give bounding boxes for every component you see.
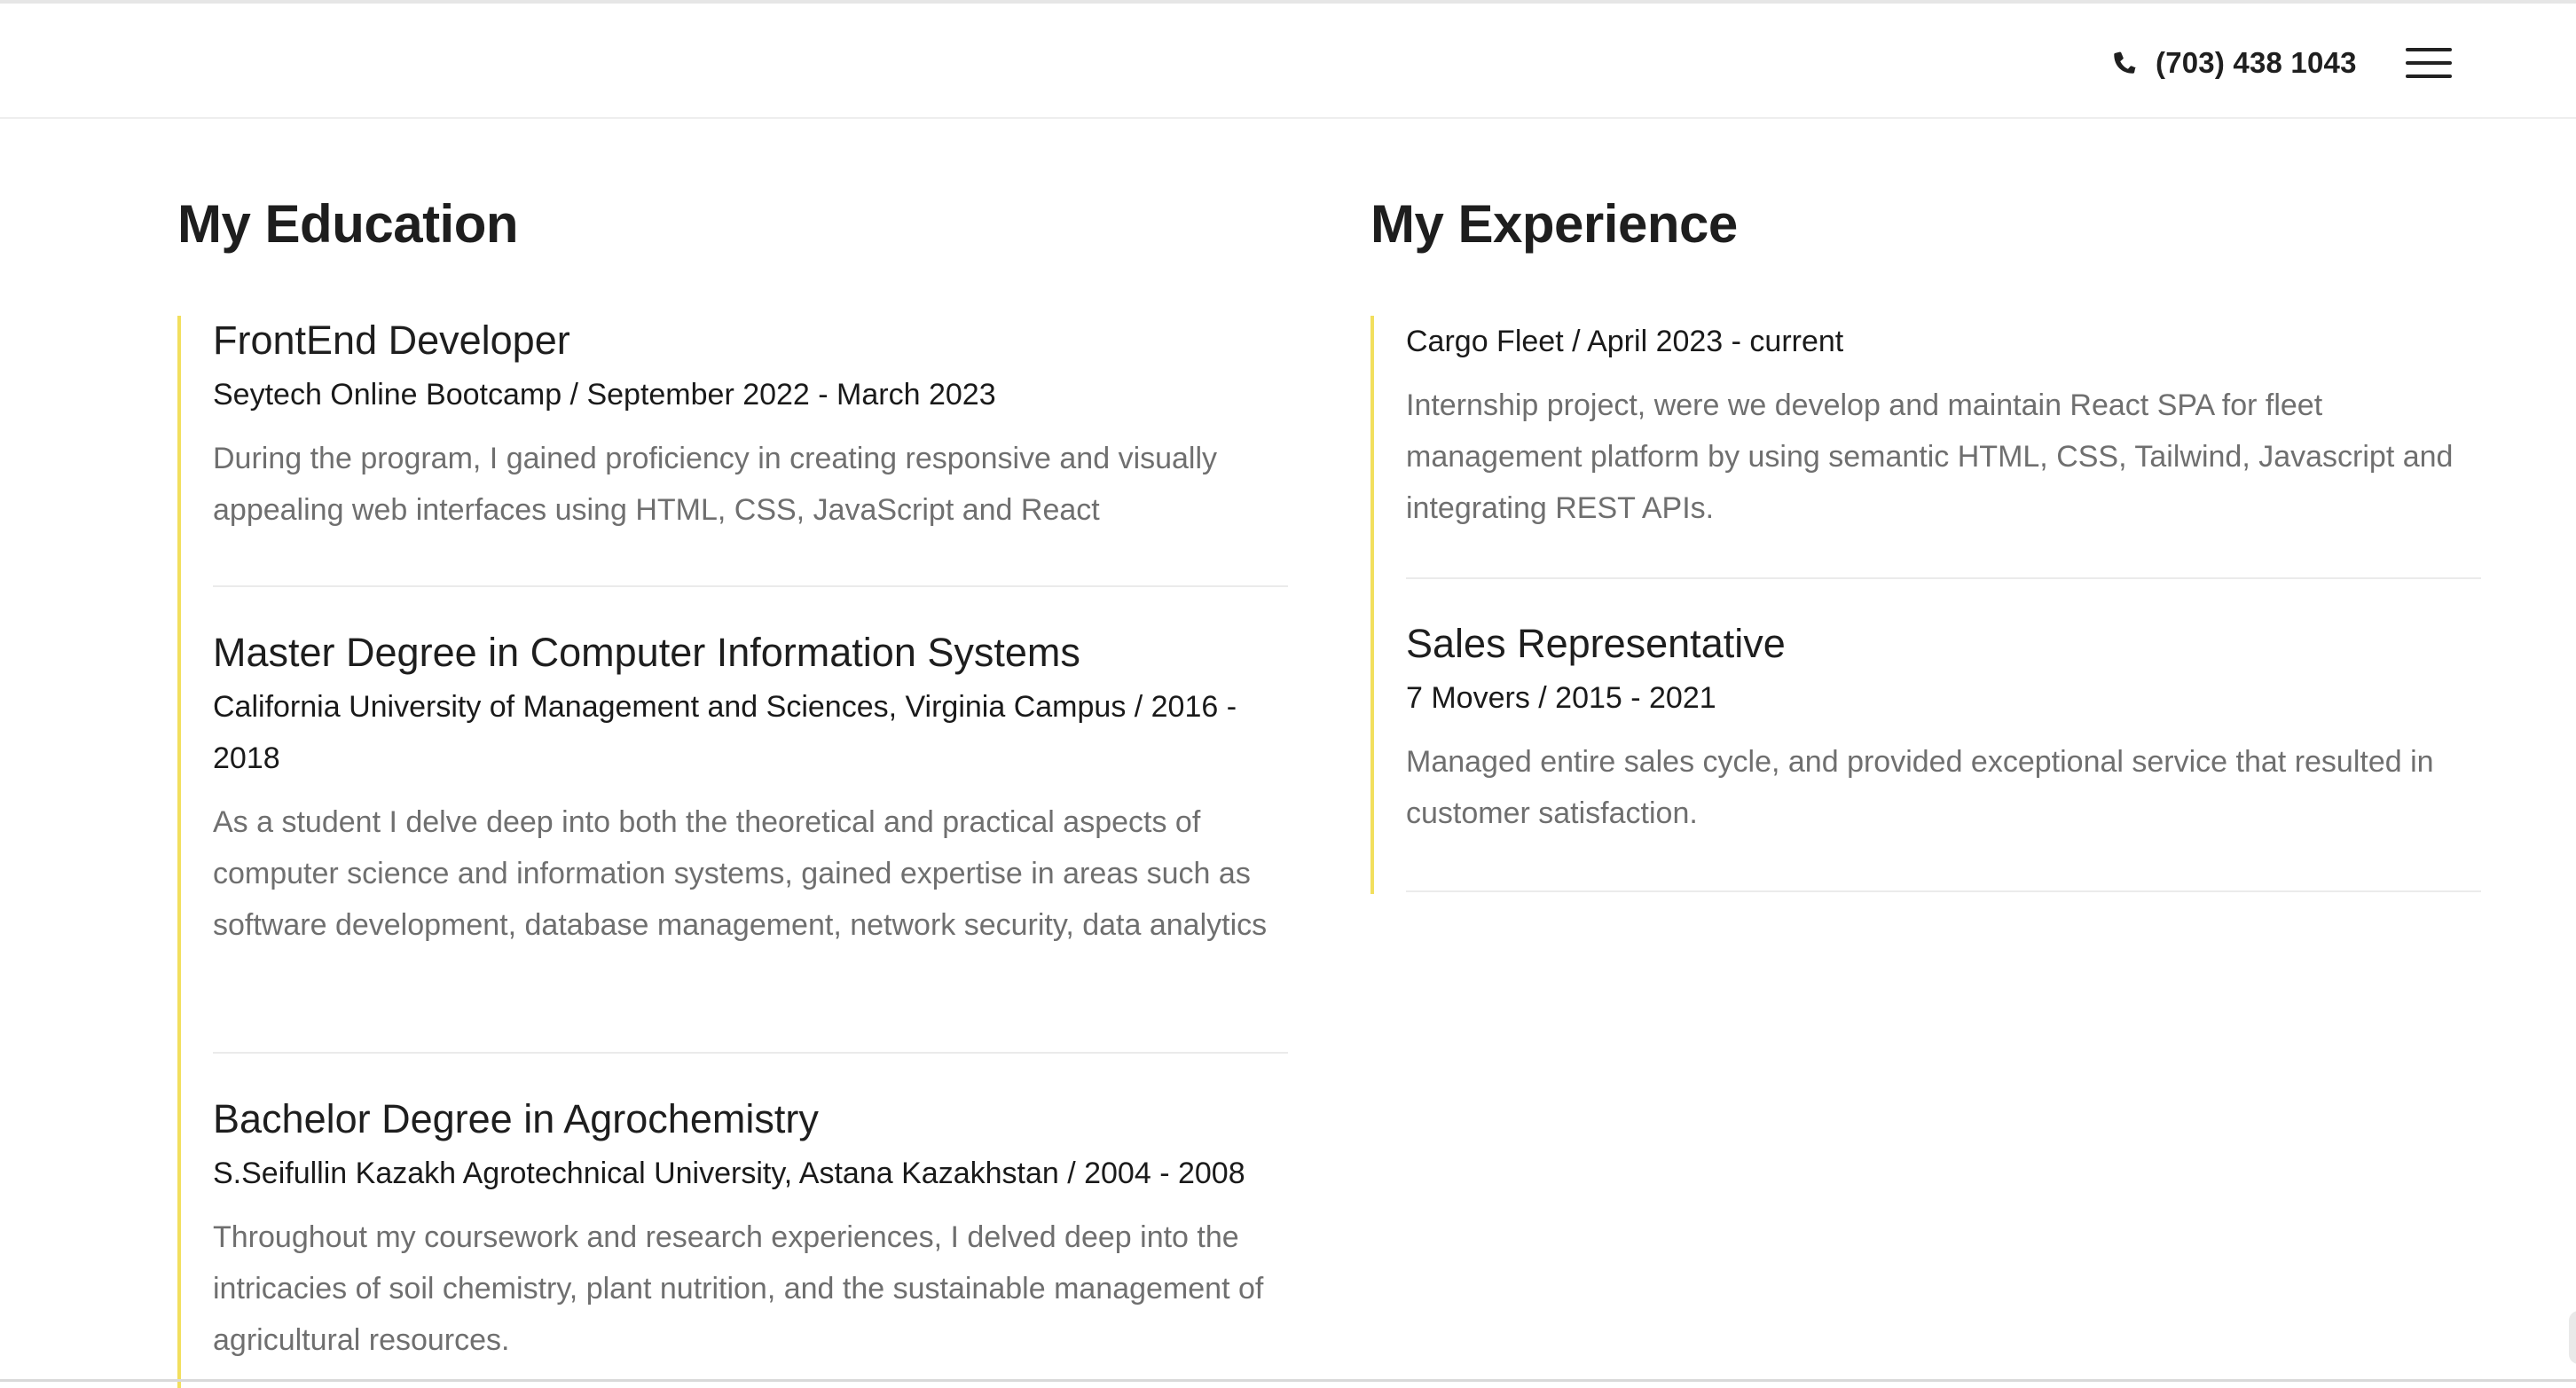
- entry-divider: [213, 585, 1288, 587]
- education-item: Master Degree in Computer Information Sy…: [213, 628, 1288, 951]
- education-item: FrontEnd Developer Seytech Online Bootca…: [213, 316, 1288, 536]
- education-timeline: FrontEnd Developer Seytech Online Bootca…: [177, 316, 1288, 1388]
- bottom-border: [0, 1379, 2576, 1382]
- experience-item: Sales Representative 7 Movers / 2015 - 2…: [1406, 619, 2481, 839]
- education-item: Bachelor Degree in Agrochemistry S.Seifu…: [213, 1094, 1288, 1366]
- education-item-title: Bachelor Degree in Agrochemistry: [213, 1096, 819, 1141]
- experience-timeline: Cargo Fleet / April 2023 - current Inter…: [1370, 316, 2481, 894]
- phone-icon: [2114, 51, 2137, 74]
- experience-item-description: Managed entire sales cycle, and provided…: [1406, 745, 2434, 830]
- phone-link[interactable]: (703) 438 1043: [2108, 42, 2357, 84]
- education-item-title: FrontEnd Developer: [213, 318, 570, 363]
- education-heading: My Education: [177, 194, 519, 254]
- scroll-handle[interactable]: [2569, 1311, 2576, 1364]
- experience-item-title: Sales Representative: [1406, 621, 1786, 666]
- education-item-description: Throughout my coursework and research ex…: [213, 1220, 1264, 1357]
- experience-item-meta: 7 Movers / 2015 - 2021: [1406, 681, 1716, 715]
- entry-divider: [213, 1052, 1288, 1054]
- experience-item-meta: Cargo Fleet / April 2023 - current: [1406, 325, 1844, 358]
- education-item-meta: California University of Management and …: [213, 690, 1237, 775]
- education-item-meta: Seytech Online Bootcamp / September 2022…: [213, 378, 996, 412]
- education-item-description: As a student I delve deep into both the …: [213, 805, 1268, 942]
- experience-item: Cargo Fleet / April 2023 - current Inter…: [1406, 316, 2481, 534]
- education-item-meta: S.Seifullin Kazakh Agrotechnical Univers…: [213, 1157, 1245, 1190]
- entry-divider: [1406, 577, 2481, 579]
- experience-item-description: Internship project, were we develop and …: [1406, 388, 2454, 525]
- education-item-title: Master Degree in Computer Information Sy…: [213, 630, 1080, 675]
- education-item-description: During the program, I gained proficiency…: [213, 442, 1218, 527]
- entry-divider: [1406, 890, 2481, 892]
- phone-number: (703) 438 1043: [2156, 46, 2357, 79]
- menu-button[interactable]: [2406, 46, 2452, 80]
- experience-heading: My Experience: [1370, 194, 1738, 254]
- site-header: (703) 438 1043: [0, 4, 2576, 119]
- resume-page: (703) 438 1043 My Education My Experienc…: [0, 0, 2576, 1388]
